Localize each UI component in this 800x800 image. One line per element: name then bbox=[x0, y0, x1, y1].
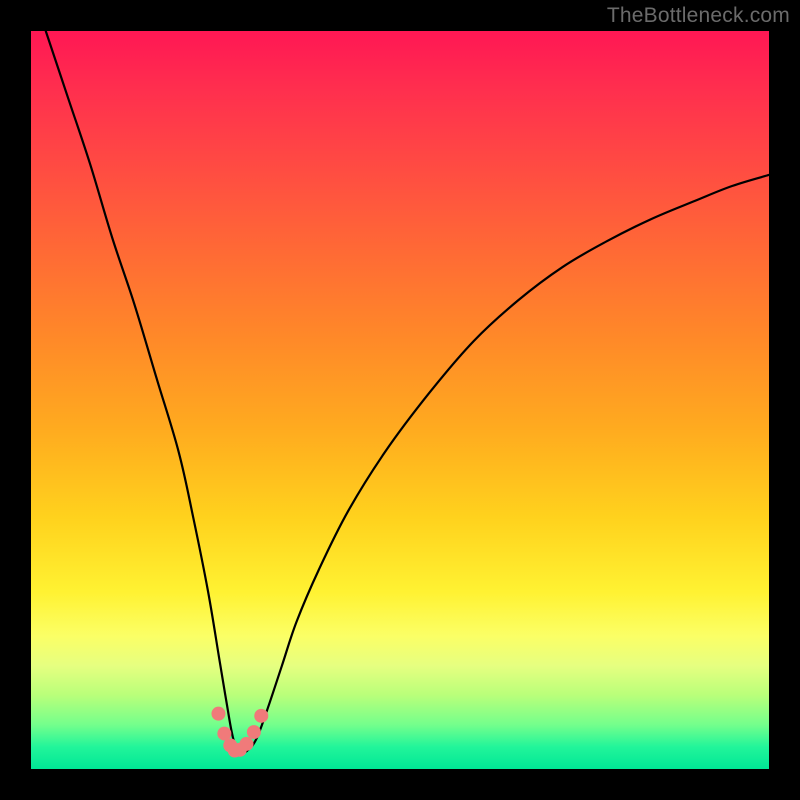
plot-area bbox=[31, 31, 769, 769]
marker-dot bbox=[211, 707, 225, 721]
watermark-text: TheBottleneck.com bbox=[607, 4, 790, 28]
marker-dot bbox=[247, 725, 261, 739]
marker-dot bbox=[254, 709, 268, 723]
marker-dots bbox=[31, 31, 769, 769]
marker-dot bbox=[240, 737, 254, 751]
chart-stage: TheBottleneck.com bbox=[0, 0, 800, 800]
